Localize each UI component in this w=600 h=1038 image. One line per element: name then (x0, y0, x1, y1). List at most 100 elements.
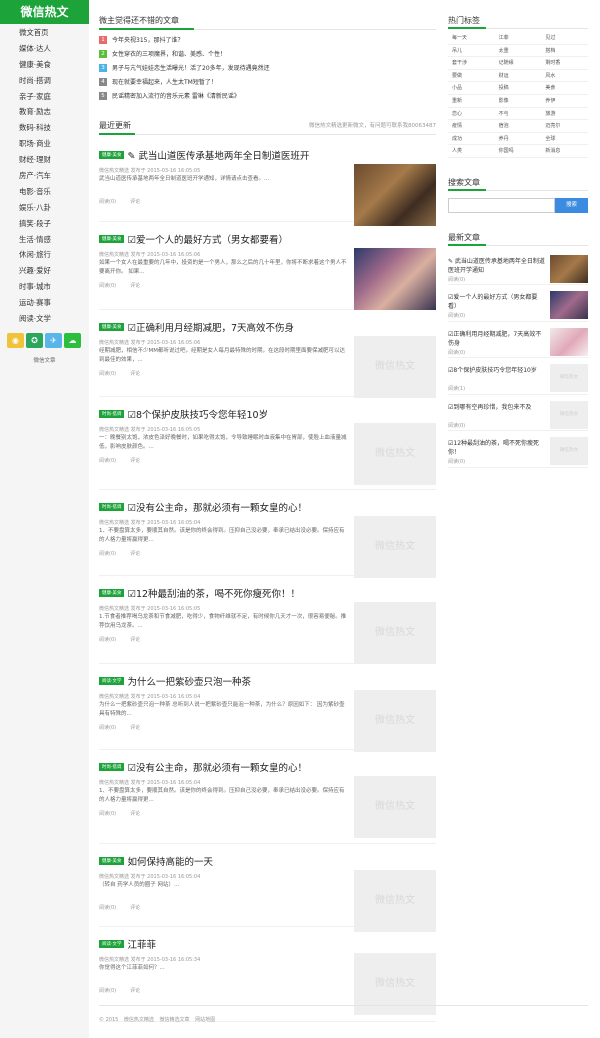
nav-item[interactable]: 阅读·文学 (19, 311, 89, 327)
category-tag[interactable]: 阅读·文学 (99, 940, 125, 948)
hot-tag[interactable]: 记随缘 (494, 57, 542, 70)
category-tag[interactable]: 健康·美食 (99, 857, 125, 865)
category-tag[interactable]: 健康·美食 (99, 151, 125, 159)
hot-tag[interactable]: 小品 (448, 82, 495, 95)
qq-icon[interactable]: ✈ (45, 332, 62, 348)
category-tag[interactable]: 时尚·搭调 (99, 763, 125, 771)
comment-link[interactable]: 评论 (130, 637, 140, 643)
article-title[interactable]: 如何保持高能的一天 (127, 857, 213, 868)
hot-tag[interactable]: 你国吗 (494, 145, 542, 158)
latest-thumbnail[interactable] (550, 327, 588, 356)
latest-title[interactable]: ☑到哪有空再珍惜，我包来不及 (448, 403, 546, 412)
hot-tag[interactable]: 迈亮尔 (541, 120, 588, 133)
category-tag[interactable]: 阅读·文学 (99, 677, 125, 685)
nav-item[interactable]: 数码·科技 (19, 120, 89, 136)
hot-tag[interactable]: 成功 (448, 133, 495, 146)
hot-tag[interactable]: 不与 (494, 108, 542, 121)
recommend-link[interactable]: 现在就要幸福起来，人生太TM短暂了！ (112, 79, 217, 86)
latest-title[interactable]: ☑爱一个人的最好方式（男女都要看） (448, 293, 546, 311)
article-title[interactable]: ☑8个保护皮肤技巧令您年轻10岁 (127, 410, 268, 421)
latest-thumbnail[interactable]: 微信热文 (550, 364, 588, 393)
comment-link[interactable]: 评论 (130, 283, 140, 289)
category-tag[interactable]: 时尚·搭调 (99, 410, 125, 418)
hot-tag[interactable]: 搭档 (541, 45, 588, 58)
footer-link[interactable]: 网站地图 (195, 1017, 215, 1023)
nav-item[interactable]: 房产·汽车 (19, 168, 89, 184)
nav-item[interactable]: 运动·赛事 (19, 295, 89, 311)
comment-link[interactable]: 评论 (130, 458, 140, 464)
article-title[interactable]: ☑爱一个人的最好方式（男女都要看） (127, 235, 288, 246)
weibo-icon[interactable]: ✪ (26, 332, 43, 348)
recommend-item[interactable]: 1 今年央视315，那抖了谁？ (99, 34, 436, 48)
hot-tag[interactable]: 重新 (448, 95, 495, 108)
article-thumbnail[interactable]: 微信热文 (354, 516, 436, 578)
nav-item[interactable]: 微文首页 (19, 25, 89, 41)
comment-link[interactable]: 评论 (130, 551, 140, 557)
hot-tag[interactable]: 财运 (494, 70, 542, 83)
footer-link[interactable]: 微信精选文章 (160, 1017, 190, 1023)
nav-item[interactable]: 时尚·搭调 (19, 73, 89, 89)
latest-thumbnail[interactable]: 微信热文 (550, 400, 588, 429)
article-title[interactable]: ☑没有公主命，那就必须有一颗女皇的心！ (127, 763, 307, 774)
latest-item[interactable]: ☑到哪有空再珍惜，我包来不及 阅读(0) 微信热文 (448, 395, 588, 432)
latest-item[interactable]: ☑12种最刮油的茶，喝不死你瘦死你！ 阅读(0) 微信热文 (448, 431, 588, 468)
nav-item[interactable]: 教育·励志 (19, 104, 89, 120)
nav-item[interactable]: 健康·美食 (19, 57, 89, 73)
article-thumbnail[interactable]: 微信热文 (354, 870, 436, 932)
article-thumbnail[interactable] (354, 248, 436, 310)
comment-link[interactable]: 评论 (130, 371, 140, 377)
article-thumbnail[interactable]: 微信热文 (354, 336, 436, 398)
hot-tag[interactable]: 新消息 (541, 145, 588, 158)
hot-tag[interactable]: 影像 (494, 95, 542, 108)
article-thumbnail[interactable]: 微信热文 (354, 776, 436, 838)
search-input[interactable] (448, 197, 555, 213)
nav-item[interactable]: 休闲·旅行 (19, 247, 89, 263)
hot-tag[interactable]: 风水 (541, 70, 588, 83)
latest-item[interactable]: ✎ 武当山道医传承基地两年全日制道医班开学通知 阅读(0) (448, 249, 588, 286)
hot-tag[interactable]: 旅游 (541, 108, 588, 121)
nav-item[interactable]: 电影·音乐 (19, 184, 89, 200)
article-title[interactable]: ☑正确利用月经期减肥，7天高效不伤身 (127, 323, 294, 334)
article-thumbnail[interactable] (354, 164, 436, 226)
recommend-link[interactable]: 民谣精密加入流行的音乐元素 雷琳《清新民谣》 (112, 93, 240, 100)
hot-tag[interactable]: 见过 (541, 32, 588, 45)
article-thumbnail[interactable]: 微信热文 (354, 602, 436, 664)
category-tag[interactable]: 时尚·搭调 (99, 503, 125, 511)
latest-thumbnail[interactable] (550, 254, 588, 283)
nav-item[interactable]: 职场·商业 (19, 136, 89, 152)
article-title[interactable]: ☑没有公主命，那就必须有一颗女皇的心！ (127, 503, 307, 514)
latest-thumbnail[interactable]: 微信热文 (550, 437, 588, 466)
wechat-icon[interactable]: ☁ (64, 332, 81, 348)
comment-link[interactable]: 评论 (130, 725, 140, 731)
site-logo[interactable]: 微信热文 (0, 0, 89, 24)
latest-title[interactable]: ✎ 武当山道医传承基地两年全日制道医班开学通知 (448, 257, 546, 275)
hot-tag[interactable]: 疫情 (448, 120, 495, 133)
rss-icon[interactable]: ◉ (7, 332, 24, 348)
hot-tag[interactable]: 人类 (448, 145, 495, 158)
recommend-item[interactable]: 3 男子与亢气娃娃恋生活曝光！活了20多年，发现待遇竟然还 (99, 62, 436, 76)
nav-item[interactable]: 兴趣·爱好 (19, 263, 89, 279)
hot-tag[interactable]: 每一天 (448, 32, 495, 45)
article-title[interactable]: ☑12种最刮油的茶，喝不死你瘦死你！！ (127, 589, 300, 600)
nav-item[interactable]: 时事·城市 (19, 279, 89, 295)
article-title[interactable]: 为什么一把紫砂壶只泡一种茶 (127, 677, 251, 688)
category-tag[interactable]: 健康·美食 (99, 589, 125, 597)
hot-tag[interactable]: 养丹 (494, 133, 542, 146)
article-thumbnail[interactable]: 微信热文 (354, 690, 436, 752)
article-title[interactable]: ✎ 武当山道医传承基地两年全日制道医班开 (127, 151, 309, 162)
recommend-link[interactable]: 女性穿衣的三项魔界，和谐、美感、个性！ (112, 51, 226, 58)
search-button[interactable]: 搜索 (555, 197, 588, 213)
latest-item[interactable]: ☑正确利用月经期减肥，7天高效不伤身 阅读(0) (448, 322, 588, 359)
nav-item[interactable]: 财经·理财 (19, 152, 89, 168)
recommend-item[interactable]: 2 女性穿衣的三项魔界，和谐、美感、个性！ (99, 48, 436, 62)
comment-link[interactable]: 评论 (130, 988, 140, 994)
recommend-item[interactable]: 5 民谣精密加入流行的音乐元素 雷琳《清新民谣》 (99, 90, 436, 104)
hot-tag[interactable]: 吊儿 (448, 45, 495, 58)
category-tag[interactable]: 健康·美食 (99, 323, 125, 331)
hot-tag[interactable]: 全球 (541, 133, 588, 146)
hot-tag[interactable]: 美食 (541, 82, 588, 95)
recommend-link[interactable]: 今年央视315，那抖了谁？ (112, 37, 183, 44)
article-title[interactable]: 江菲菲 (127, 940, 156, 951)
latest-title[interactable]: ☑8个保护皮肤技巧令您年轻10岁 (448, 366, 546, 375)
nav-item[interactable]: 娱乐·八卦 (19, 200, 89, 216)
